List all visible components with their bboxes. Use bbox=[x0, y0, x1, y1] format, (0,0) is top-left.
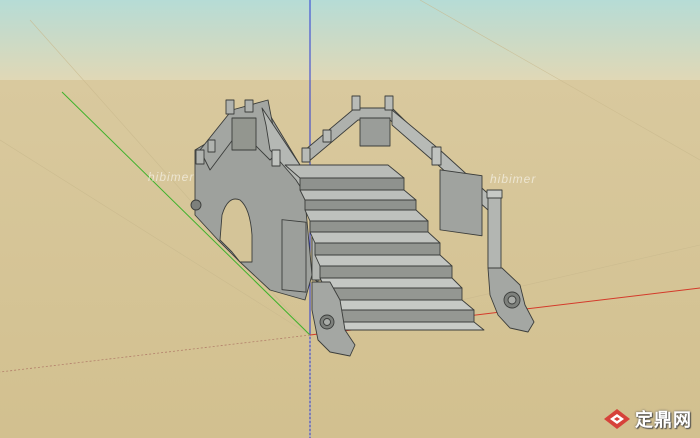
rail-post bbox=[384, 95, 394, 111]
rail-post bbox=[271, 149, 281, 167]
rail-post bbox=[301, 147, 311, 163]
watermark-text: hibimer bbox=[148, 170, 195, 184]
rear-scroll-ornament bbox=[190, 199, 202, 211]
rail-post bbox=[322, 129, 332, 143]
rail-post-cap bbox=[486, 189, 503, 199]
rail-post bbox=[195, 149, 205, 165]
dingding-logo-icon bbox=[604, 409, 630, 429]
rail-post bbox=[244, 99, 254, 113]
right-railing-front-panel bbox=[439, 169, 483, 237]
left-railing-front-panel bbox=[281, 219, 307, 293]
sky bbox=[0, 0, 700, 80]
watermark-text: hibimer bbox=[490, 172, 537, 186]
logo-text: 定鼎网 bbox=[635, 410, 692, 431]
right-railing-panel bbox=[359, 117, 391, 147]
rail-post bbox=[225, 99, 235, 115]
rail-post bbox=[351, 95, 361, 111]
sketchup-viewport[interactable]: hibimer hibimer 定鼎网 bbox=[0, 0, 700, 438]
rail-post bbox=[207, 139, 216, 153]
left-railing-panel bbox=[231, 117, 257, 151]
site-logo: 定鼎网 bbox=[603, 406, 692, 432]
rail-post bbox=[431, 146, 442, 166]
3d-scene[interactable] bbox=[0, 0, 700, 438]
rail-post bbox=[487, 195, 502, 269]
